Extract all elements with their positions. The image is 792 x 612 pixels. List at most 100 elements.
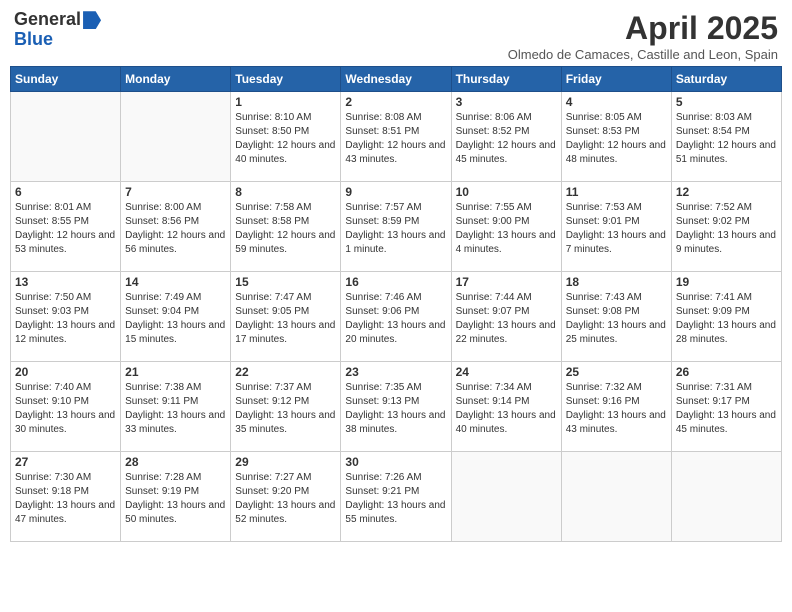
day-cell: 4 Sunrise: 8:05 AMSunset: 8:53 PMDaylight… <box>561 92 671 182</box>
day-cell: 15Sunrise: 7:47 AMSunset: 9:05 PMDayligh… <box>231 272 341 362</box>
day-cell: 14 Sunrise: 7:49 AMSunset: 9:04 PMDayligh… <box>121 272 231 362</box>
day-number: 2 <box>345 95 446 109</box>
day-info: Sunrise: 7:26 AMSunset: 9:21 PMDaylight:… <box>345 471 446 527</box>
day-info: Sunrise: 7:31 AMSunset: 9:17 PMDaylight:… <box>676 381 777 437</box>
day-number: 11 <box>566 185 667 199</box>
day-cell: 7 Sunrise: 8:00 AMSunset: 8:56 PMDaylight… <box>121 182 231 272</box>
day-info: Sunrise: 7:43 AMSunset: 9:08 PMDaylight:… <box>566 291 667 347</box>
week-row-1: 1 Sunrise: 8:10 AMSunset: 8:50 PMDaylight… <box>11 92 782 182</box>
day-number: 21 <box>125 365 226 379</box>
day-number: 23 <box>345 365 446 379</box>
day-cell: 12Sunrise: 7:52 AMSunset: 9:02 PMDayligh… <box>671 182 781 272</box>
title-area: April 2025 Olmedo de Camaces, Castille a… <box>508 10 778 62</box>
day-info: Sunrise: 8:05 AMSunset: 8:53 PMDaylight:… <box>566 111 667 167</box>
day-cell: 25Sunrise: 7:32 AMSunset: 9:16 PMDayligh… <box>561 362 671 452</box>
day-header-sunday: Sunday <box>11 67 121 92</box>
month-title: April 2025 <box>508 10 778 47</box>
day-number: 16 <box>345 275 446 289</box>
week-row-4: 20Sunrise: 7:40 AMSunset: 9:10 PMDayligh… <box>11 362 782 452</box>
day-headers: SundayMondayTuesdayWednesdayThursdayFrid… <box>11 67 782 92</box>
day-cell: 28 Sunrise: 7:28 AMSunset: 9:19 PMDayligh… <box>121 452 231 542</box>
day-cell: 5Sunrise: 8:03 AMSunset: 8:54 PMDaylight… <box>671 92 781 182</box>
day-number: 14 <box>125 275 226 289</box>
day-cell: 17 Sunrise: 7:44 AMSunset: 9:07 PMDayligh… <box>451 272 561 362</box>
day-number: 6 <box>15 185 116 199</box>
day-cell: 26 Sunrise: 7:31 AMSunset: 9:17 PMDayligh… <box>671 362 781 452</box>
day-cell: 24 Sunrise: 7:34 AMSunset: 9:14 PMDayligh… <box>451 362 561 452</box>
day-cell: 3Sunrise: 8:06 AMSunset: 8:52 PMDaylight… <box>451 92 561 182</box>
calendar: SundayMondayTuesdayWednesdayThursdayFrid… <box>10 66 782 542</box>
day-cell: 6Sunrise: 8:01 AMSunset: 8:55 PMDaylight… <box>11 182 121 272</box>
day-info: Sunrise: 7:27 AMSunset: 9:20 PMDaylight:… <box>235 471 336 527</box>
day-number: 15 <box>235 275 336 289</box>
day-number: 3 <box>456 95 557 109</box>
day-number: 9 <box>345 185 446 199</box>
week-row-3: 13 Sunrise: 7:50 AMSunset: 9:03 PMDayligh… <box>11 272 782 362</box>
day-info: Sunrise: 7:52 AMSunset: 9:02 PMDaylight:… <box>676 201 777 257</box>
day-info: Sunrise: 8:08 AMSunset: 8:51 PMDaylight:… <box>345 111 446 167</box>
day-info: Sunrise: 7:44 AMSunset: 9:07 PMDaylight:… <box>456 291 557 347</box>
day-info: Sunrise: 7:49 AMSunset: 9:04 PMDaylight:… <box>125 291 226 347</box>
day-number: 27 <box>15 455 116 469</box>
day-info: Sunrise: 7:50 AMSunset: 9:03 PMDaylight:… <box>15 291 116 347</box>
day-number: 4 <box>566 95 667 109</box>
day-cell: 8 Sunrise: 7:58 AMSunset: 8:58 PMDaylight… <box>231 182 341 272</box>
day-header-saturday: Saturday <box>671 67 781 92</box>
day-cell: 19Sunrise: 7:41 AMSunset: 9:09 PMDayligh… <box>671 272 781 362</box>
day-info: Sunrise: 7:46 AMSunset: 9:06 PMDaylight:… <box>345 291 446 347</box>
day-header-monday: Monday <box>121 67 231 92</box>
day-info: Sunrise: 7:57 AMSunset: 8:59 PMDaylight:… <box>345 201 446 257</box>
day-cell: 1 Sunrise: 8:10 AMSunset: 8:50 PMDaylight… <box>231 92 341 182</box>
day-info: Sunrise: 7:55 AMSunset: 9:00 PMDaylight:… <box>456 201 557 257</box>
day-number: 7 <box>125 185 226 199</box>
week-row-2: 6Sunrise: 8:01 AMSunset: 8:55 PMDaylight… <box>11 182 782 272</box>
day-cell <box>561 452 671 542</box>
day-number: 17 <box>456 275 557 289</box>
day-number: 1 <box>235 95 336 109</box>
day-info: Sunrise: 7:37 AMSunset: 9:12 PMDaylight:… <box>235 381 336 437</box>
day-cell: 9 Sunrise: 7:57 AMSunset: 8:59 PMDaylight… <box>341 182 451 272</box>
day-number: 25 <box>566 365 667 379</box>
day-number: 22 <box>235 365 336 379</box>
day-cell: 23 Sunrise: 7:35 AMSunset: 9:13 PMDayligh… <box>341 362 451 452</box>
day-cell: 18 Sunrise: 7:43 AMSunset: 9:08 PMDayligh… <box>561 272 671 362</box>
day-info: Sunrise: 7:34 AMSunset: 9:14 PMDaylight:… <box>456 381 557 437</box>
day-number: 26 <box>676 365 777 379</box>
day-info: Sunrise: 7:28 AMSunset: 9:19 PMDaylight:… <box>125 471 226 527</box>
day-info: Sunrise: 8:03 AMSunset: 8:54 PMDaylight:… <box>676 111 777 167</box>
logo: General Blue <box>14 10 101 50</box>
logo-general-text: General <box>14 10 101 30</box>
day-number: 10 <box>456 185 557 199</box>
logo-icon <box>83 11 101 29</box>
day-cell: 22 Sunrise: 7:37 AMSunset: 9:12 PMDayligh… <box>231 362 341 452</box>
subtitle: Olmedo de Camaces, Castille and Leon, Sp… <box>508 47 778 62</box>
week-row-5: 27 Sunrise: 7:30 AMSunset: 9:18 PMDayligh… <box>11 452 782 542</box>
day-number: 28 <box>125 455 226 469</box>
day-info: Sunrise: 7:40 AMSunset: 9:10 PMDaylight:… <box>15 381 116 437</box>
day-cell: 27 Sunrise: 7:30 AMSunset: 9:18 PMDayligh… <box>11 452 121 542</box>
day-info: Sunrise: 8:10 AMSunset: 8:50 PMDaylight:… <box>235 111 336 167</box>
day-info: Sunrise: 7:35 AMSunset: 9:13 PMDaylight:… <box>345 381 446 437</box>
day-info: Sunrise: 7:58 AMSunset: 8:58 PMDaylight:… <box>235 201 336 257</box>
day-header-thursday: Thursday <box>451 67 561 92</box>
day-number: 13 <box>15 275 116 289</box>
day-info: Sunrise: 7:30 AMSunset: 9:18 PMDaylight:… <box>15 471 116 527</box>
day-number: 30 <box>345 455 446 469</box>
day-number: 29 <box>235 455 336 469</box>
day-header-wednesday: Wednesday <box>341 67 451 92</box>
logo-blue-text: Blue <box>14 30 101 50</box>
day-cell <box>451 452 561 542</box>
day-info: Sunrise: 7:38 AMSunset: 9:11 PMDaylight:… <box>125 381 226 437</box>
day-cell: 21 Sunrise: 7:38 AMSunset: 9:11 PMDayligh… <box>121 362 231 452</box>
day-number: 8 <box>235 185 336 199</box>
day-cell: 30 Sunrise: 7:26 AMSunset: 9:21 PMDayligh… <box>341 452 451 542</box>
day-info: Sunrise: 7:53 AMSunset: 9:01 PMDaylight:… <box>566 201 667 257</box>
day-number: 18 <box>566 275 667 289</box>
day-cell: 29 Sunrise: 7:27 AMSunset: 9:20 PMDayligh… <box>231 452 341 542</box>
day-cell: 20Sunrise: 7:40 AMSunset: 9:10 PMDayligh… <box>11 362 121 452</box>
day-cell <box>11 92 121 182</box>
day-header-friday: Friday <box>561 67 671 92</box>
day-info: Sunrise: 8:00 AMSunset: 8:56 PMDaylight:… <box>125 201 226 257</box>
day-number: 24 <box>456 365 557 379</box>
day-cell: 10 Sunrise: 7:55 AMSunset: 9:00 PMDayligh… <box>451 182 561 272</box>
